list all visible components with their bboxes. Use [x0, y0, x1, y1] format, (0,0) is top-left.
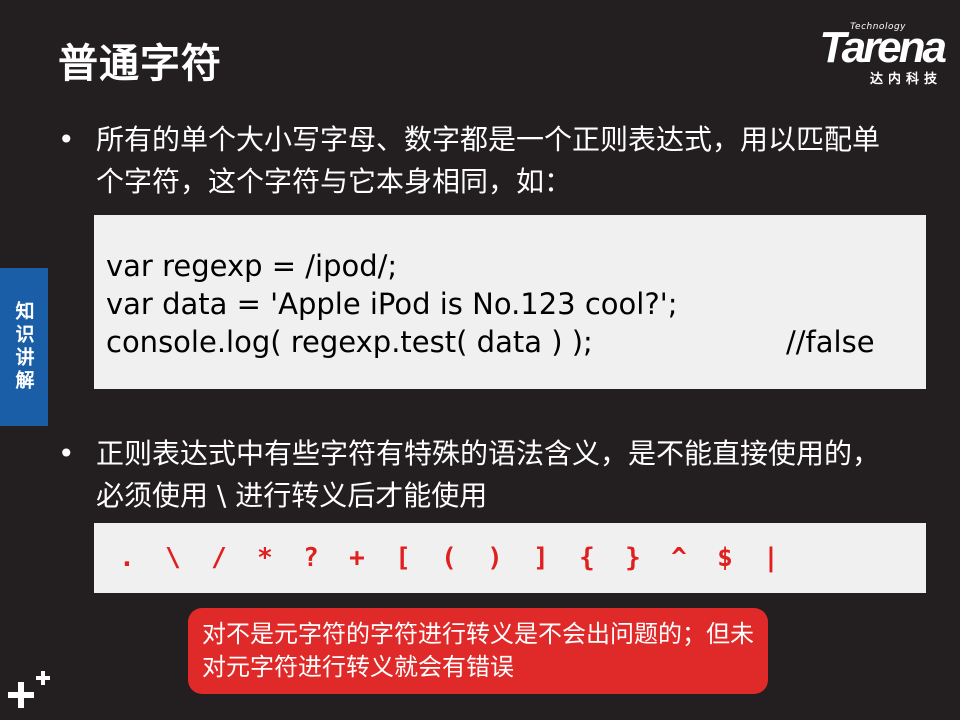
plus-decoration-icon: [8, 671, 50, 708]
metacharacter: *: [257, 543, 273, 573]
section-tab-label: 知识讲解: [12, 301, 35, 393]
metacharacter: .: [119, 543, 135, 573]
note-callout: 对不是元字符的字符进行转义是不会出问题的；但未对元字符进行转义就会有错误: [188, 608, 768, 694]
code-line-statement: console.log( regexp.test( data ) );: [106, 325, 593, 359]
metacharacter: ): [487, 543, 503, 573]
metacharacter: ]: [533, 543, 549, 573]
section-tab: 知识讲解: [0, 268, 48, 426]
bullet-text-special-chars: 正则表达式中有些字符有特殊的语法含义，是不能直接使用的，必须使用 \ 进行转义后…: [96, 437, 881, 512]
metacharacter: (: [441, 543, 457, 573]
metacharacter: ^: [671, 543, 687, 573]
metacharacter: ?: [303, 543, 319, 573]
logo-wordmark: Tarena: [819, 23, 947, 72]
metacharacter: /: [211, 543, 227, 573]
metacharacter: +: [349, 543, 365, 573]
metacharacter-list: . \ / * ? + [ ( ) ] { } ^ $ |: [94, 523, 926, 593]
bullet-marker: •: [58, 437, 75, 470]
code-line-comment: //false: [786, 325, 875, 359]
code-line: var data = 'Apple iPod is No.123 cool?';: [106, 287, 678, 321]
metacharacter: }: [625, 543, 641, 573]
code-line: var regexp = /ipod/;: [106, 249, 398, 283]
code-example-block: var regexp = /ipod/; var data = 'Apple i…: [94, 215, 926, 389]
metacharacter: [: [395, 543, 411, 573]
code-line: console.log( regexp.test( data ) ); //fal…: [106, 323, 926, 361]
logo-chinese-name: 达内科技: [869, 72, 942, 87]
tarena-logo: Technology Tarena 达内科技: [784, 22, 947, 92]
metacharacter: $: [717, 543, 733, 573]
metacharacter: \: [165, 543, 181, 573]
metacharacter: |: [763, 543, 779, 573]
slide-title: 普通字符: [58, 41, 222, 87]
bullet-marker: •: [58, 123, 75, 156]
bullet-text-ordinary-chars: 所有的单个大小写字母、数字都是一个正则表达式，用以匹配单个字符，这个字符与它本身…: [96, 123, 881, 198]
metacharacter: {: [579, 543, 595, 573]
